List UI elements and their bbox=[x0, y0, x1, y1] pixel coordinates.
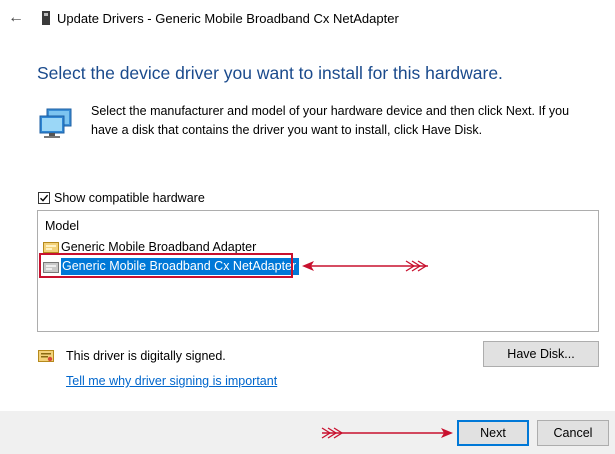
network-hardware-icon bbox=[38, 108, 74, 138]
checkbox-checked-icon[interactable] bbox=[38, 192, 50, 204]
show-compatible-hardware-checkbox[interactable]: Show compatible hardware bbox=[38, 190, 205, 206]
certificate-icon bbox=[38, 348, 54, 364]
device-manager-icon bbox=[40, 11, 52, 25]
annotation-arrow-left bbox=[302, 260, 428, 272]
driver-icon bbox=[43, 240, 59, 254]
list-item-label: Generic Mobile Broadband Adapter bbox=[61, 239, 257, 254]
instructions-text: Select the manufacturer and model of you… bbox=[91, 104, 570, 137]
page-heading: Select the device driver you want to ins… bbox=[37, 63, 503, 83]
annotation-arrow-right bbox=[321, 427, 453, 439]
checkbox-label: Show compatible hardware bbox=[54, 191, 205, 205]
selection-annotation-box bbox=[39, 253, 293, 278]
driver-signed-status: This driver is digitally signed. bbox=[66, 349, 226, 363]
cancel-button[interactable]: Cancel bbox=[537, 420, 609, 446]
have-disk-button[interactable]: Have Disk... bbox=[483, 341, 599, 367]
list-header: Model bbox=[45, 219, 80, 233]
back-arrow-icon[interactable]: ← bbox=[8, 8, 28, 28]
window-title: Update Drivers - Generic Mobile Broadban… bbox=[57, 11, 399, 26]
driver-signing-info-link[interactable]: Tell me why driver signing is important bbox=[66, 374, 277, 388]
next-button[interactable]: Next bbox=[457, 420, 529, 446]
